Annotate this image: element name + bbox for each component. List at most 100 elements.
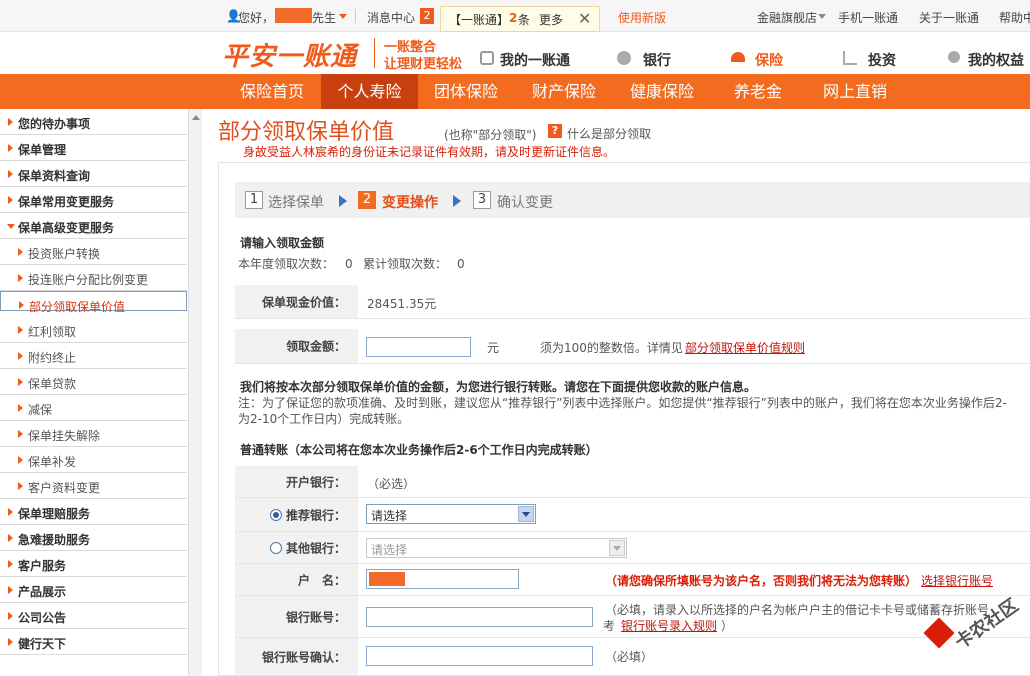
- sidebar-item-label: 保单管理: [18, 143, 67, 157]
- confirm-account-required: （必填）: [605, 650, 654, 664]
- total-count-label: 累计领取次数：: [363, 257, 448, 271]
- tip-suffix: 条: [518, 13, 531, 27]
- sidebar-item-label: 红利领取: [28, 325, 77, 339]
- tab-pension[interactable]: 养老金: [710, 74, 806, 109]
- caret-right-icon: [18, 378, 23, 386]
- account-name-row: 户 名： （请您确保所填账号为该户名，否则我们将无法为您转账） 选择银行账号: [235, 564, 1030, 596]
- sidebar-item[interactable]: 客户服务: [0, 551, 187, 577]
- watermark-text: 卡农社区: [951, 594, 1023, 654]
- recommend-bank-select[interactable]: 请选择: [366, 504, 536, 524]
- other-bank-label: 其他银行：: [285, 541, 346, 555]
- tab-direct-sales[interactable]: 网上直销: [807, 74, 903, 109]
- tip-prefix: 【一账通】: [449, 13, 510, 27]
- sidebar-item[interactable]: 保单管理: [0, 135, 187, 161]
- tab-life-insurance[interactable]: 个人寿险: [321, 74, 418, 109]
- step-arrow-icon: [453, 195, 461, 207]
- scroll-up-icon[interactable]: [192, 115, 200, 120]
- dropdown-button[interactable]: [609, 540, 625, 556]
- nav-insurance[interactable]: 保险: [755, 50, 783, 70]
- new-version-link[interactable]: 使用新版: [618, 9, 666, 26]
- step-3-number: 3: [473, 191, 491, 209]
- chevron-down-icon[interactable]: [339, 14, 347, 19]
- sidebar-item[interactable]: 减保: [0, 395, 187, 421]
- sidebar-item-label: 健行天下: [18, 637, 67, 651]
- sidebar-item[interactable]: 投资账户转换: [0, 239, 187, 265]
- help-link[interactable]: 帮助中: [999, 9, 1030, 26]
- scrollbar[interactable]: [188, 109, 202, 676]
- sidebar-item-label: 产品展示: [18, 585, 67, 599]
- other-bank-select[interactable]: 请选择: [366, 538, 627, 558]
- sidebar-item[interactable]: 健行天下: [0, 629, 187, 655]
- normal-transfer-heading: 普通转账（本公司将在您本次业务操作后2-6个工作日内完成转账）: [240, 443, 598, 457]
- caret-right-icon: [18, 430, 23, 438]
- close-icon[interactable]: ✕: [578, 9, 591, 28]
- other-bank-row: 其他银行： 请选择: [235, 532, 1030, 564]
- caret-right-icon: [18, 352, 23, 360]
- sidebar-item[interactable]: 产品展示: [0, 577, 187, 603]
- tab-health-insurance[interactable]: 健康保险: [614, 74, 710, 109]
- sidebar-item[interactable]: 投连账户分配比例变更: [0, 265, 187, 291]
- about-link[interactable]: 关于一账通: [919, 9, 979, 26]
- sidebar-item[interactable]: 部分领取保单价值: [0, 291, 187, 314]
- tip-count: 2: [509, 11, 518, 25]
- nav-bank[interactable]: 银行: [643, 50, 671, 70]
- caret-right-icon: [19, 301, 24, 309]
- caret-down-icon: [7, 224, 15, 229]
- confirm-account-row: 银行账号确认： （必填）: [235, 638, 1030, 676]
- tab-group-insurance[interactable]: 团体保险: [418, 74, 514, 109]
- sidebar-item[interactable]: 保单高级变更服务: [0, 213, 187, 239]
- sidebar-item[interactable]: 您的待办事项: [0, 109, 187, 135]
- help-icon[interactable]: ?: [548, 124, 562, 138]
- step-3-label: 确认变更: [497, 195, 553, 211]
- confirm-account-input[interactable]: [366, 646, 593, 666]
- logo-divider: [374, 38, 375, 68]
- sidebar-item[interactable]: 保单资料查询: [0, 161, 187, 187]
- chevron-down-icon[interactable]: [818, 14, 826, 19]
- transfer-note-2: 为2-10个工作日内）完成转账。: [238, 412, 410, 426]
- more-link[interactable]: 更多: [539, 11, 563, 28]
- cash-value: 28451.35元: [367, 297, 437, 311]
- help-link[interactable]: 什么是部分领取: [567, 125, 651, 142]
- account-number-input[interactable]: [366, 607, 593, 627]
- message-tip: 【一账通】 2 条 更多 ✕: [440, 6, 600, 32]
- amount-label: 领取金额：: [285, 339, 346, 354]
- sidebar-item[interactable]: 红利领取: [0, 317, 187, 343]
- nav-invest[interactable]: 投资: [868, 50, 896, 70]
- sidebar-item[interactable]: 附约终止: [0, 343, 187, 369]
- logo[interactable]: 平安一账通: [222, 36, 357, 73]
- tab-property-insurance[interactable]: 财产保险: [516, 74, 612, 109]
- account-rule-link[interactable]: 银行账号录入规则: [621, 617, 717, 634]
- recommend-bank-radio[interactable]: [270, 509, 282, 521]
- sidebar-item[interactable]: 保单常用变更服务: [0, 187, 187, 213]
- sidebar-item[interactable]: 保单补发: [0, 447, 187, 473]
- user-title[interactable]: 先生: [312, 9, 336, 26]
- caret-right-icon: [8, 638, 13, 646]
- flagship-store-link[interactable]: 金融旗舰店: [757, 9, 817, 26]
- brand-bar: 平安一账通 一账整合 让理财更轻松 我的一账通 银行 保险 投资 我的权益: [0, 32, 1030, 74]
- message-center-link[interactable]: 消息中心: [367, 9, 415, 26]
- sidebar-item[interactable]: 保单挂失解除: [0, 421, 187, 447]
- amount-rule-link[interactable]: 部分领取保单价值规则: [685, 339, 805, 356]
- recommend-bank-value: 请选择: [371, 509, 408, 523]
- sidebar-item-label: 保单补发: [28, 455, 77, 469]
- sidebar-item[interactable]: 保单贷款: [0, 369, 187, 395]
- redacted-name: [275, 8, 312, 23]
- nav-my-account[interactable]: 我的一账通: [500, 50, 570, 70]
- mobile-link[interactable]: 手机一账通: [838, 9, 898, 26]
- amount-input[interactable]: [366, 337, 471, 357]
- sidebar-item[interactable]: 保单理赔服务: [0, 499, 187, 525]
- sidebar-item[interactable]: 公司公告: [0, 603, 187, 629]
- caret-right-icon: [8, 534, 13, 542]
- sidebar-item[interactable]: 急难援助服务: [0, 525, 187, 551]
- dropdown-button[interactable]: [518, 506, 534, 522]
- transfer-note-1: 注：为了保证您的款项准确、及时到账，建议您从“推荐银行”列表中选择账户。如您提供…: [238, 396, 1007, 410]
- step-1-label: 选择保单: [268, 195, 324, 211]
- other-bank-value: 请选择: [371, 543, 408, 557]
- other-bank-radio[interactable]: [270, 542, 282, 554]
- nav-my-rights[interactable]: 我的权益: [968, 50, 1024, 70]
- tab-insurance-home[interactable]: 保险首页: [224, 74, 320, 109]
- umbrella-icon: [731, 52, 745, 62]
- sidebar-item[interactable]: 客户资料变更: [0, 473, 187, 499]
- account-name-input[interactable]: [366, 569, 519, 589]
- slogan-line-2: 让理财更轻松: [384, 57, 463, 72]
